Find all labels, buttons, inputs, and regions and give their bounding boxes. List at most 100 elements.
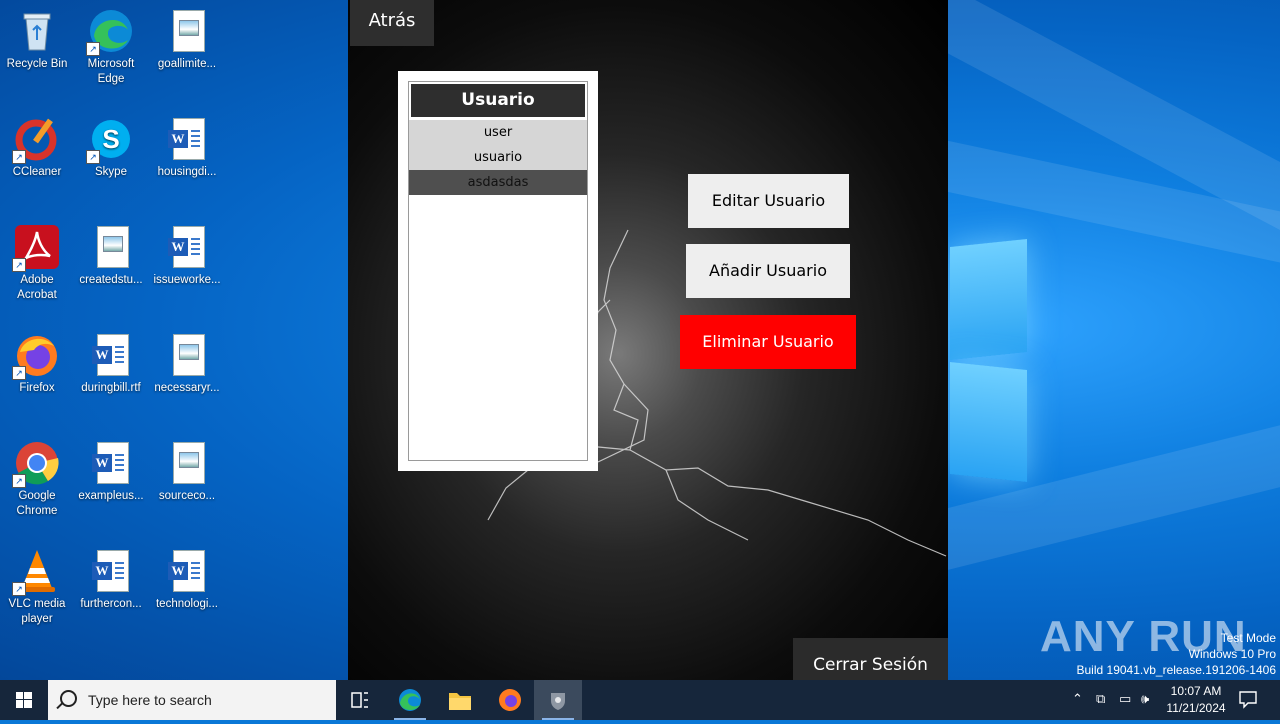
word-file-icon: W — [88, 332, 134, 378]
search-placeholder: Type here to search — [88, 692, 212, 708]
user-list[interactable]: Usuario user usuario asdasdas — [408, 81, 588, 461]
desktop-icon-adobe-acrobat[interactable]: ↗ Adobe Acrobat — [0, 224, 74, 303]
desktop-icon-housingdi[interactable]: W housingdi... — [150, 116, 224, 180]
task-view-icon — [351, 692, 368, 708]
word-file-icon: W — [164, 224, 210, 270]
desktop-icon-label: goallimite... — [157, 58, 217, 70]
desktop-icon-ccleaner[interactable]: ↗ CCleaner — [0, 116, 74, 180]
desktop-icon-label: Adobe Acrobat — [17, 274, 57, 301]
desktop-icon-label: housingdi... — [157, 166, 217, 178]
volume-icon[interactable]: 🕪 — [1141, 692, 1149, 707]
firefox-icon: ↗ — [12, 332, 60, 380]
desktop-icon-label: CCleaner — [12, 166, 62, 178]
desktop-icon-duringbill[interactable]: W duringbill.rtf — [74, 332, 148, 396]
shortcut-arrow-icon: ↗ — [12, 150, 26, 164]
clock-time: 10:07 AM — [1170, 684, 1222, 698]
edge-icon: ↗ — [86, 8, 134, 56]
taskbar-running-app[interactable] — [534, 680, 582, 720]
app-icon — [551, 693, 565, 710]
taskbar-file-explorer[interactable] — [436, 680, 484, 720]
svg-text:S: S — [102, 124, 119, 154]
desktop-icon-label: technologi... — [155, 598, 218, 610]
desktop-icon-google-chrome[interactable]: ↗ Google Chrome — [0, 440, 74, 519]
user-management-window: Atrás Usuario user usuario asdasdas Edit… — [348, 0, 948, 680]
chevron-up-icon[interactable]: ⌃ — [1072, 692, 1083, 707]
taskbar: Type here to search ⌃ ⧉ ▭ 🕪 10:07 AM 11/… — [0, 680, 1280, 720]
word-file-icon: W — [88, 548, 134, 594]
list-item-selected[interactable]: asdasdas — [409, 170, 587, 195]
window-logo-pane — [950, 361, 1027, 483]
acrobat-icon: ↗ — [12, 224, 60, 272]
desktop-icon-label: sourceco... — [158, 490, 216, 502]
edge-icon — [399, 689, 421, 711]
network-icon[interactable]: ▭ — [1119, 692, 1131, 707]
logout-button[interactable]: Cerrar Sesión — [793, 638, 948, 680]
skype-icon: S ↗ — [86, 116, 134, 164]
start-button[interactable] — [0, 680, 48, 720]
clock-date: 11/21/2024 — [1166, 701, 1226, 715]
desktop-icon-microsoft-edge[interactable]: ↗ Microsoft Edge — [74, 8, 148, 87]
desktop-icon-label: VLC media player — [8, 598, 66, 625]
desktop-icon-label: Microsoft Edge — [87, 58, 135, 85]
ccleaner-icon: ↗ — [12, 116, 60, 164]
add-user-button[interactable]: Añadir Usuario — [686, 244, 850, 298]
desktop-icon-furthercon[interactable]: W furthercon... — [74, 548, 148, 612]
desktop-icon-firefox[interactable]: ↗ Firefox — [0, 332, 74, 396]
desktop-icon-label: issueworke... — [153, 274, 221, 286]
word-file-icon: W — [88, 440, 134, 486]
test-mode-notice: Test Mode Windows 10 Pro Build 19041.vb_… — [1077, 630, 1277, 678]
shortcut-arrow-icon: ↗ — [12, 474, 26, 488]
image-file-icon — [164, 332, 210, 378]
test-mode-line: Test Mode — [1220, 631, 1276, 645]
desktop-icon-recycle-bin[interactable]: Recycle Bin — [0, 8, 74, 72]
back-button[interactable]: Atrás — [350, 0, 434, 46]
shortcut-arrow-icon: ↗ — [86, 150, 100, 164]
image-file-icon — [164, 8, 210, 54]
desktop-icon-label: Recycle Bin — [6, 58, 68, 70]
desktop-icon-goallimite[interactable]: goallimite... — [150, 8, 224, 72]
list-item[interactable]: user — [409, 120, 587, 145]
desktop-icon-necessaryr[interactable]: necessaryr... — [150, 332, 224, 396]
shortcut-arrow-icon: ↗ — [12, 258, 26, 272]
desktop-icon-vlc[interactable]: ↗ VLC media player — [0, 548, 74, 627]
windows-logo-icon — [16, 692, 32, 708]
shortcut-arrow-icon: ↗ — [12, 366, 26, 380]
list-item[interactable]: usuario — [409, 145, 587, 170]
image-file-icon — [164, 440, 210, 486]
image-file-icon — [88, 224, 134, 270]
desktop-icon-technologi[interactable]: W technologi... — [150, 548, 224, 612]
meet-now-icon[interactable]: ⧉ — [1096, 692, 1105, 707]
folder-icon — [449, 693, 471, 710]
desktop-icon-skype[interactable]: S ↗ Skype — [74, 116, 148, 180]
delete-user-button[interactable]: Eliminar Usuario — [680, 315, 856, 369]
taskbar-search-box[interactable]: Type here to search — [48, 680, 336, 720]
window-logo-pane — [950, 238, 1027, 361]
desktop-icon-label: duringbill.rtf — [81, 382, 141, 394]
shortcut-arrow-icon: ↗ — [12, 582, 26, 596]
desktop-icon-label: Firefox — [19, 382, 55, 394]
user-list-panel: Usuario user usuario asdasdas — [398, 71, 598, 471]
desktop-icon-sourceco[interactable]: sourceco... — [150, 440, 224, 504]
recycle-bin-icon — [14, 8, 60, 54]
desktop-icon-exampleus[interactable]: W exampleus... — [74, 440, 148, 504]
user-list-header: Usuario — [411, 84, 585, 117]
taskbar-firefox[interactable] — [486, 680, 534, 720]
notification-center-icon[interactable] — [1238, 689, 1258, 713]
chrome-icon: ↗ — [12, 440, 60, 488]
build-line: Build 19041.vb_release.191206-1406 — [1076, 663, 1277, 677]
search-icon — [60, 690, 77, 707]
task-view-button[interactable] — [336, 680, 384, 720]
edit-user-button[interactable]: Editar Usuario — [688, 174, 849, 228]
os-edition-line: Windows 10 Pro — [1188, 647, 1276, 661]
word-file-icon: W — [164, 548, 210, 594]
vlc-icon: ↗ — [12, 548, 60, 596]
firefox-icon — [499, 689, 521, 711]
desktop-icon-label: furthercon... — [80, 598, 142, 610]
taskbar-edge[interactable] — [386, 680, 434, 720]
desktop-icon-createdstu[interactable]: createdstu... — [74, 224, 148, 288]
system-clock[interactable]: 10:07 AM 11/21/2024 — [1160, 683, 1232, 717]
desktop-icon-label: exampleus... — [78, 490, 144, 502]
desktop-icon-issueworke[interactable]: W issueworke... — [150, 224, 224, 288]
word-file-icon: W — [164, 116, 210, 162]
shortcut-arrow-icon: ↗ — [86, 42, 100, 56]
